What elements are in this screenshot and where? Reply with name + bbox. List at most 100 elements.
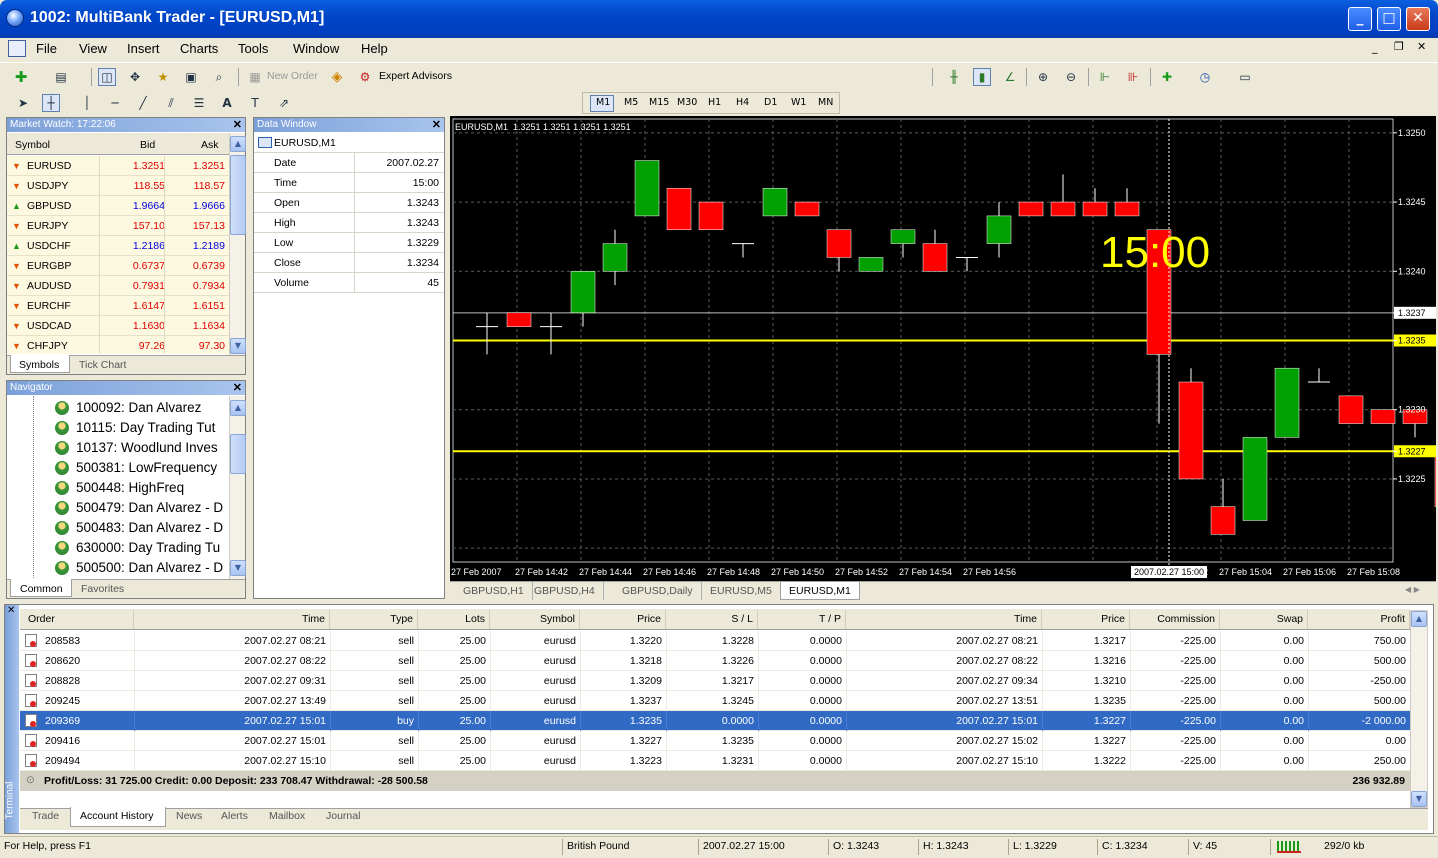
history-row[interactable]: 209416 2007.02.27 15:01 sell 25.00 eurusd 1.3… — [20, 731, 1410, 751]
bar-chart-icon[interactable]: ╫ — [945, 68, 963, 86]
tab-symbols[interactable]: Symbols — [19, 359, 59, 371]
market-watch-icon[interactable]: ◫ — [98, 68, 116, 86]
market-watch-row[interactable]: ▼ USDCAD 1.1630 1.1634 — [7, 316, 229, 336]
terminal-col-header[interactable]: Lots — [418, 610, 490, 629]
title-bar[interactable]: 1002: MultiBank Trader - [EURUSD,M1] _ □… — [0, 0, 1438, 38]
market-watch-row[interactable]: ▼ CHFJPY 97.26 97.30 — [7, 336, 229, 354]
maximize-button[interactable]: □ — [1377, 7, 1401, 31]
header-ask[interactable]: Ask — [201, 139, 219, 151]
chart-tab-eurusd-m1[interactable]: EURUSD,M1 — [780, 582, 860, 600]
tf-m1[interactable]: M1 — [596, 97, 610, 108]
scroll-thumb[interactable] — [230, 155, 246, 235]
tf-h1[interactable]: H1 — [708, 97, 721, 108]
data-window-close-icon[interactable]: ✕ — [432, 118, 441, 132]
new-order-icon[interactable]: ▦ — [246, 68, 264, 86]
mdi-restore-icon[interactable]: ❐ — [1394, 40, 1404, 53]
strategy-tester-icon[interactable]: ⌕ — [210, 68, 228, 86]
navigator-account-item[interactable]: 630000: Day Trading Tu — [55, 538, 229, 558]
scroll-up-icon[interactable]: ▲ — [230, 136, 246, 152]
navigator-account-item[interactable]: 500479: Dan Alvarez - D — [55, 498, 229, 518]
connection-icon[interactable] — [1277, 841, 1301, 853]
market-watch-scrollbar[interactable]: ▲ ▼ — [229, 133, 246, 355]
market-watch-row[interactable]: ▼ EURJPY 157.10 157.13 — [7, 216, 229, 236]
equidistant-channel-icon[interactable]: ⫽ — [162, 94, 180, 112]
autoscroll-icon[interactable]: ⊩ — [1096, 68, 1114, 86]
market-watch-row[interactable]: ▲ USDCHF 1.2186 1.2189 — [7, 236, 229, 256]
periods-icon[interactable]: ◷ — [1196, 68, 1214, 86]
chart-shift-icon[interactable]: ⊪ — [1124, 68, 1142, 86]
menu-insert[interactable]: Insert — [127, 41, 160, 56]
horizontal-line-icon[interactable]: ─ — [106, 94, 124, 112]
tf-m15[interactable]: M15 — [649, 97, 669, 108]
terminal-col-header[interactable]: Commission — [1130, 610, 1220, 629]
navigator-account-item[interactable]: 500381: LowFrequency — [55, 458, 229, 478]
menu-help[interactable]: Help — [361, 41, 388, 56]
expert-advisors-icon[interactable]: ⚙ — [356, 68, 374, 86]
navigator-account-item[interactable]: 500500: Dan Alvarez - D — [55, 558, 229, 578]
history-row[interactable]: 208620 2007.02.27 08:22 sell 25.00 eurusd 1.3… — [20, 651, 1410, 671]
terminal-scrollbar[interactable]: ▲ ▼ — [1410, 610, 1428, 808]
close-button[interactable]: ✕ — [1406, 7, 1430, 31]
tf-mn[interactable]: MN — [818, 97, 833, 108]
header-bid[interactable]: Bid — [140, 139, 155, 151]
zoom-in-icon[interactable]: ⊕ — [1034, 68, 1052, 86]
history-row[interactable]: 208828 2007.02.27 09:31 sell 25.00 eurusd 1.3… — [20, 671, 1410, 691]
arrows-icon[interactable]: ⇗ — [275, 94, 293, 112]
navigator-account-item[interactable]: 10115: Day Trading Tut — [55, 418, 229, 438]
profiles-icon[interactable]: ▤ — [52, 68, 70, 86]
zoom-out-icon[interactable]: ⊖ — [1062, 68, 1080, 86]
candlestick-chart-icon[interactable]: ▮ — [973, 68, 991, 86]
chart-tab-eurusd-m5[interactable]: EURUSD,M5 — [702, 582, 781, 600]
tab-tick-chart[interactable]: Tick Chart — [79, 359, 126, 371]
terminal-scroll-down-icon[interactable]: ▼ — [1411, 791, 1427, 807]
nav-scroll-thumb[interactable] — [230, 434, 246, 474]
mdi-minimize-icon[interactable]: _ — [1372, 41, 1378, 54]
trendline-icon[interactable]: ╱ — [134, 94, 152, 112]
history-row[interactable]: 209494 2007.02.27 15:10 sell 25.00 eurusd 1.3… — [20, 751, 1410, 771]
expert-advisors-button[interactable]: Expert Advisors — [379, 70, 452, 82]
tab-journal[interactable]: Journal — [326, 810, 360, 822]
new-chart-icon[interactable]: ✚ — [12, 68, 30, 86]
tab-mailbox[interactable]: Mailbox — [269, 810, 305, 822]
new-order-button[interactable]: New Order — [267, 70, 318, 82]
menu-file[interactable]: File — [36, 41, 57, 56]
history-row[interactable]: 209245 2007.02.27 13:49 sell 25.00 eurusd 1.3… — [20, 691, 1410, 711]
menu-window[interactable]: Window — [293, 41, 339, 56]
market-watch-row[interactable]: ▼ EURGBP 0.6737 0.6739 — [7, 256, 229, 276]
vertical-line-icon[interactable]: │ — [78, 94, 96, 112]
tf-m30[interactable]: M30 — [677, 97, 697, 108]
terminal-icon[interactable]: ▣ — [182, 68, 200, 86]
tf-m5[interactable]: M5 — [624, 97, 638, 108]
navigator-account-item[interactable]: 500448: HighFreq — [55, 478, 229, 498]
navigator-account-item[interactable]: 100092: Dan Alvarez — [55, 398, 229, 418]
document-icon[interactable] — [8, 40, 26, 57]
tab-news[interactable]: News — [176, 810, 202, 822]
tab-favorites[interactable]: Favorites — [81, 583, 124, 595]
mdi-close-icon[interactable]: ✕ — [1417, 40, 1426, 53]
market-watch-row[interactable]: ▼ EURUSD 1.3251 1.3251 — [7, 156, 229, 176]
tf-h4[interactable]: H4 — [736, 97, 749, 108]
navigator-account-item[interactable]: 500483: Dan Alvarez - D — [55, 518, 229, 538]
terminal-col-header[interactable]: Symbol — [490, 610, 580, 629]
market-watch-close-icon[interactable]: ✕ — [233, 118, 242, 132]
metaeditor-icon[interactable]: ◈ — [328, 68, 346, 86]
history-row[interactable]: 209369 2007.02.27 15:01 buy 25.00 eurusd 1.32… — [20, 711, 1410, 731]
tab-alerts[interactable]: Alerts — [221, 810, 248, 822]
terminal-col-header[interactable]: S / L — [666, 610, 758, 629]
tab-common[interactable]: Common — [20, 583, 63, 595]
chart-tab-gbpusd-h4[interactable]: GBPUSD,H4 — [526, 582, 604, 600]
navigator-account-item[interactable]: 10137: Woodlund Inves — [55, 438, 229, 458]
tab-account-history[interactable]: Account History — [80, 810, 154, 822]
templates-icon[interactable]: ▭ — [1236, 68, 1254, 86]
history-row[interactable]: 208583 2007.02.27 08:21 sell 25.00 eurusd 1.3… — [20, 631, 1410, 651]
terminal-col-header[interactable]: Type — [330, 610, 418, 629]
tf-w1[interactable]: W1 — [791, 97, 806, 108]
terminal-col-header[interactable]: Profit — [1308, 610, 1410, 629]
market-watch-row[interactable]: ▲ GBPUSD 1.9664 1.9666 — [7, 196, 229, 216]
terminal-col-header[interactable]: Time — [846, 610, 1042, 629]
nav-scroll-up-icon[interactable]: ▲ — [230, 400, 246, 416]
terminal-col-header[interactable]: Price — [580, 610, 666, 629]
terminal-col-header[interactable]: Time — [134, 610, 330, 629]
market-watch-row[interactable]: ▼ EURCHF 1.6147 1.6151 — [7, 296, 229, 316]
indicators-icon[interactable]: ✚ — [1158, 68, 1176, 86]
